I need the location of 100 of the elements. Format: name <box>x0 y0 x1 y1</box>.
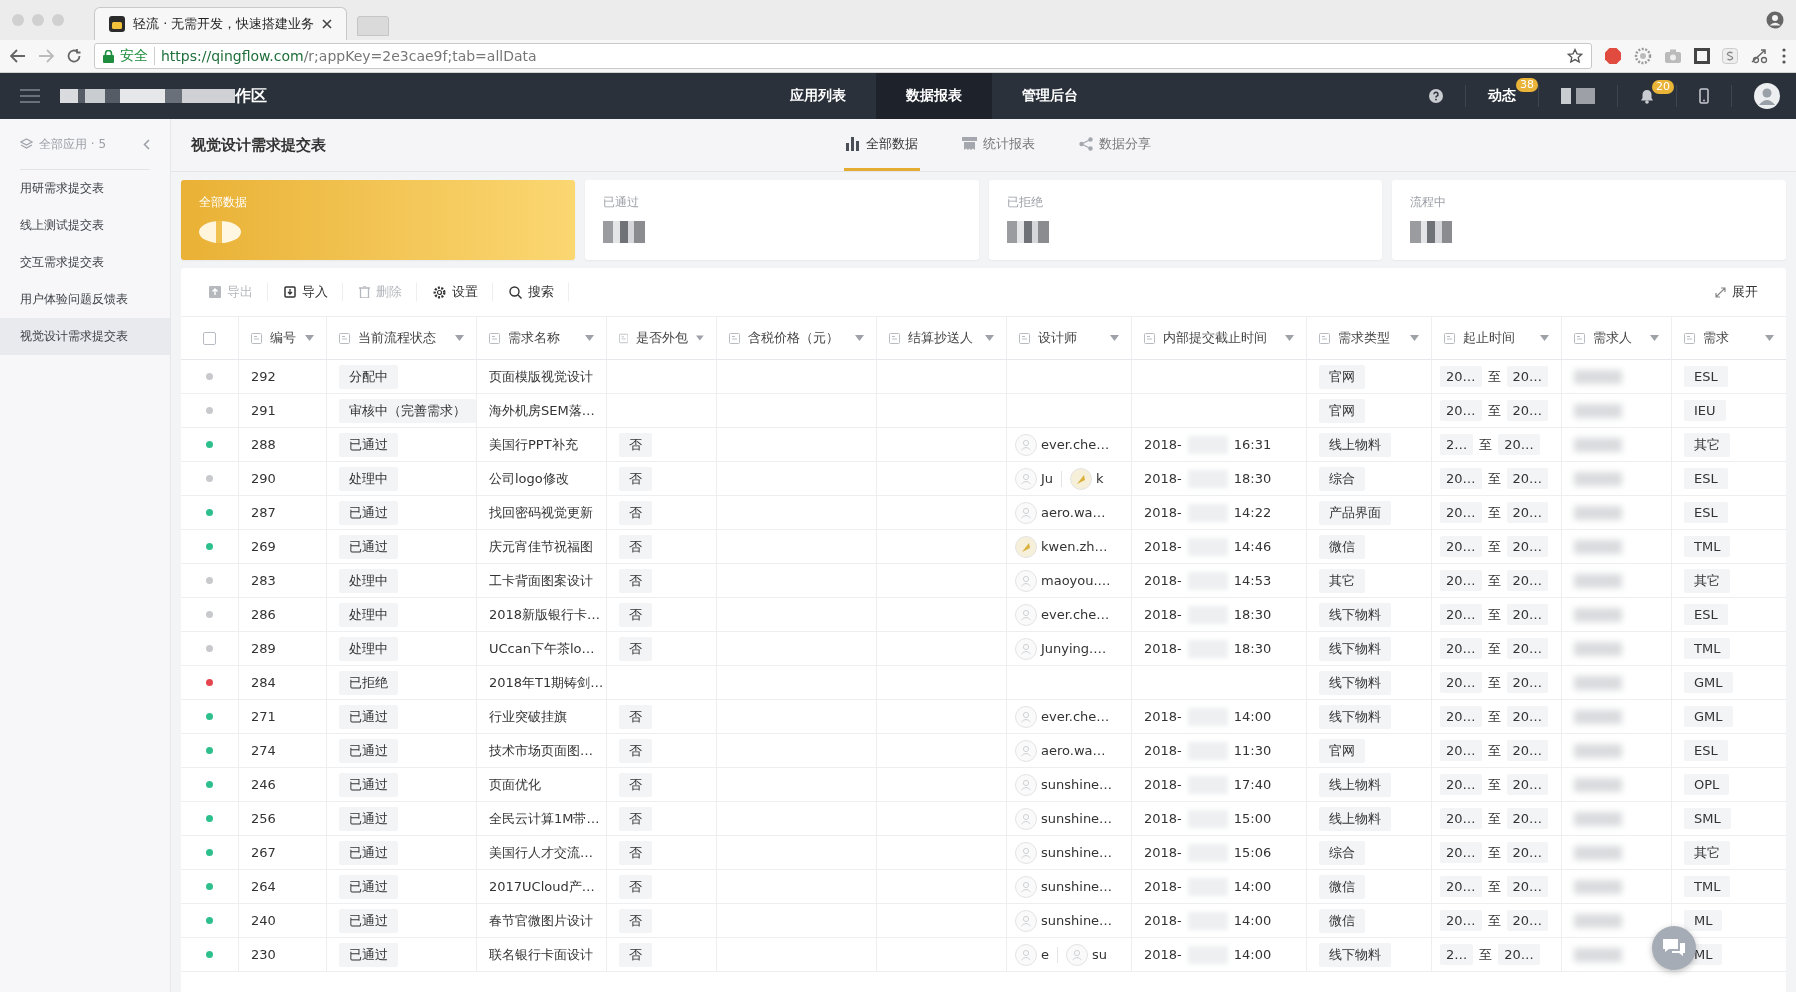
address-bar[interactable]: 安全 https://qingflow.com/r;appKey=2e3cae9f;tab=allData <box>94 43 1592 69</box>
range-separator: 至 <box>1487 503 1501 522</box>
column-header[interactable]: 需求人 <box>1593 329 1632 347</box>
close-icon[interactable] <box>322 19 333 29</box>
toolbar-button[interactable]: 设置 <box>419 283 493 301</box>
column-header[interactable]: 需求名称 <box>508 329 560 347</box>
date-text: 2018- <box>1144 947 1182 962</box>
blurred-text <box>1574 777 1622 792</box>
type-tag: 线下物料 <box>1319 670 1391 695</box>
caret-icon[interactable] <box>1650 335 1659 341</box>
browser-tab[interactable]: 轻流 · 无需开发，快速搭建业务 <box>94 7 348 40</box>
stat-label: 已拒绝 <box>1006 194 1044 211</box>
back-icon[interactable] <box>10 49 26 63</box>
column-header[interactable]: 需求 <box>1703 329 1729 347</box>
caret-icon[interactable] <box>696 335 704 341</box>
blurred-text <box>1574 505 1622 520</box>
nav-item[interactable]: 管理后台 <box>992 73 1108 119</box>
end-date-tag: 20… <box>1506 400 1549 421</box>
id-text: 264 <box>251 879 276 894</box>
status-tag: 处理中 <box>339 568 398 593</box>
date-text: 2018- <box>1144 607 1182 622</box>
caret-icon[interactable] <box>1765 335 1774 341</box>
toolbar-button[interactable]: 导入 <box>270 283 343 301</box>
caret-icon[interactable] <box>1410 335 1419 341</box>
column-header[interactable]: 需求类型 <box>1338 329 1390 347</box>
caret-icon[interactable] <box>985 335 994 341</box>
request-name: 行业突破挂旗 <box>489 707 567 726</box>
caret-icon[interactable] <box>455 335 464 341</box>
designer-name: sunshine… <box>1041 845 1113 860</box>
collapse-icon[interactable] <box>143 138 150 150</box>
sidebar-item[interactable]: 用研需求提交表 <box>0 170 170 207</box>
outsourced-tag: 否 <box>619 602 652 627</box>
camera-icon[interactable] <box>1664 48 1682 64</box>
end-date-tag: 20… <box>1506 774 1549 795</box>
extension-icon[interactable] <box>1722 48 1738 64</box>
square-icon[interactable] <box>1694 48 1710 64</box>
designer-name: sunshine… <box>1041 777 1113 792</box>
nav-item[interactable]: 应用列表 <box>760 73 876 119</box>
sidebar-item[interactable]: 线上测试提交表 <box>0 207 170 244</box>
time-text: 14:53 <box>1233 573 1272 588</box>
expand-button[interactable]: 展开 <box>1701 283 1772 301</box>
toolbar-button[interactable]: 搜索 <box>495 283 569 301</box>
start-date-tag: 20… <box>1440 638 1482 659</box>
designer-name: sunshine… <box>1041 811 1113 826</box>
activity-link[interactable]: 动态 <box>1488 87 1516 105</box>
blurred-text <box>1574 947 1622 962</box>
menu-icon[interactable] <box>20 88 40 104</box>
view-tab[interactable]: 统计报表 <box>960 119 1037 171</box>
help-icon[interactable] <box>1429 89 1443 103</box>
caret-icon[interactable] <box>1285 335 1294 341</box>
window-control[interactable] <box>12 14 24 26</box>
type-tag: 微信 <box>1319 534 1365 559</box>
more-icon[interactable] <box>1782 48 1786 64</box>
forward-icon[interactable] <box>38 49 54 63</box>
avatar-icon[interactable] <box>1754 83 1780 109</box>
trash-icon <box>359 286 370 298</box>
reload-icon[interactable] <box>66 48 82 64</box>
category-tag: GML <box>1684 706 1733 727</box>
column-header[interactable]: 是否外包 <box>636 329 689 347</box>
date-text: 2018- <box>1144 811 1182 826</box>
id-text: 291 <box>251 403 276 418</box>
adblock-icon[interactable] <box>1604 47 1622 65</box>
caret-icon[interactable] <box>1110 335 1119 341</box>
star-icon[interactable] <box>1567 48 1583 64</box>
phone-icon[interactable] <box>1699 88 1709 104</box>
start-date-tag: 2… <box>1440 944 1474 965</box>
view-tab[interactable]: 全部数据 <box>844 119 920 171</box>
date-text: 2018- <box>1144 471 1182 486</box>
gear-icon[interactable] <box>1634 47 1652 65</box>
end-date-tag: 20… <box>1506 842 1549 863</box>
report-icon <box>962 137 977 150</box>
caret-icon[interactable] <box>855 335 864 341</box>
new-tab-button[interactable] <box>357 16 390 36</box>
status-tag: 已通过 <box>339 432 398 457</box>
range-separator: 至 <box>1487 469 1501 488</box>
date-text: 2018- <box>1144 845 1182 860</box>
window-control[interactable] <box>52 14 64 26</box>
designer-name: Junying.… <box>1041 641 1107 656</box>
sidebar-item[interactable]: 视觉设计需求提交表 <box>0 318 170 355</box>
column-header[interactable]: 起止时间 <box>1463 329 1515 347</box>
window-control[interactable] <box>32 14 44 26</box>
sidebar-item[interactable]: 用户体验问题反馈表 <box>0 281 170 318</box>
view-tab[interactable]: 数据分享 <box>1077 119 1153 171</box>
id-text: 286 <box>251 607 276 622</box>
sidebar-item[interactable]: 交互需求提交表 <box>0 244 170 281</box>
id-text: 290 <box>251 471 276 486</box>
select-all-checkbox[interactable] <box>203 331 216 345</box>
profile-icon[interactable] <box>1766 11 1784 29</box>
column-header[interactable]: 设计师 <box>1038 329 1077 347</box>
pixelated-number <box>1410 221 1453 243</box>
column-header[interactable]: 编号 <box>270 329 296 347</box>
bell-icon[interactable] <box>1640 88 1654 104</box>
end-date-tag: 20… <box>1506 366 1549 387</box>
id-text: 246 <box>251 777 276 792</box>
caret-icon[interactable] <box>585 335 594 341</box>
caret-icon[interactable] <box>1540 335 1549 341</box>
time-text: 17:40 <box>1233 777 1272 792</box>
category-tag: ML <box>1684 910 1723 931</box>
nav-item[interactable]: 数据报表 <box>876 73 992 119</box>
caret-icon[interactable] <box>305 335 314 341</box>
